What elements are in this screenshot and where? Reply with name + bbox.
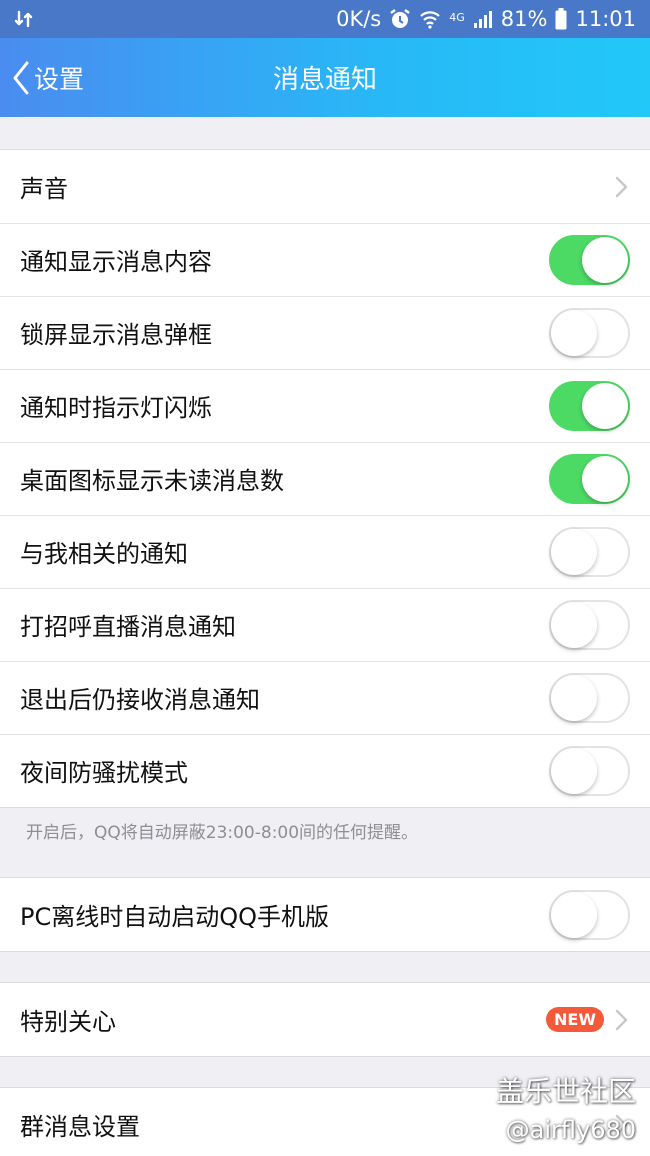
chevron-left-icon [12,61,30,95]
settings-row: PC离线时自动启动QQ手机版 [0,878,650,951]
special-care-group: 特别关心 NEW [0,982,650,1057]
settings-row[interactable]: 特别关心 NEW [0,983,650,1056]
row-trailing [549,453,630,504]
toggle-switch[interactable] [549,889,630,940]
alarm-icon [389,8,411,30]
do-not-disturb-note: 开启后，QQ将自动屏蔽23:00-8:00间的任何提醒。 [26,823,419,843]
settings-row-label: 与我相关的通知 [20,540,188,568]
row-trailing [549,599,630,650]
settings-row: 通知时指示灯闪烁 [0,369,650,442]
chevron-right-icon [614,175,630,199]
settings-row-label: 打招呼直播消息通知 [20,613,236,641]
clock: 11:01 [575,7,636,31]
settings-row-label: 夜间防骚扰模式 [20,759,188,787]
toggle-knob [582,382,628,429]
back-label: 设置 [34,64,85,94]
settings-row[interactable]: 声音 [0,150,650,223]
settings-row-label: 特别关心 [20,1008,116,1036]
wifi-icon [419,9,441,29]
row-trailing [614,1113,630,1137]
row-trailing [549,745,630,796]
toggle-switch[interactable] [549,380,630,431]
chevron-right-icon [614,1113,630,1137]
toggle-knob [551,674,597,721]
settings-row: 夜间防骚扰模式 [0,734,650,807]
toggle-knob [582,455,628,502]
toggle-switch[interactable] [549,599,630,650]
row-trailing [549,307,630,358]
signal-icon [473,9,493,29]
network-speed: 0K/s [336,7,382,31]
settings-row[interactable]: 群消息设置 [0,1088,650,1156]
battery-icon [555,8,567,30]
battery-percent: 81% [500,7,548,31]
row-trailing [549,526,630,577]
toggle-knob [551,891,597,938]
settings-row: 与我相关的通知 [0,515,650,588]
chevron-right-icon [614,1008,630,1032]
row-trailing: NEW [546,1007,630,1032]
row-trailing [549,889,630,940]
settings-row-label: 锁屏显示消息弹框 [20,321,212,349]
row-trailing [549,672,630,723]
toggle-switch[interactable] [549,307,630,358]
toggle-switch[interactable] [549,672,630,723]
pc-offline-group: PC离线时自动启动QQ手机版 [0,877,650,952]
group-message-group: 群消息设置 [0,1087,650,1156]
back-button[interactable]: 设置 [12,38,84,117]
status-bar: 0K/s 4G 81% 11:01 [0,0,650,38]
row-trailing [549,380,630,431]
toggle-switch[interactable] [549,745,630,796]
toggle-knob [551,601,597,648]
toggle-switch[interactable] [549,526,630,577]
settings-row-label: 通知时指示灯闪烁 [20,394,212,422]
row-trailing [549,234,630,285]
row-trailing [614,175,630,199]
settings-row: 通知显示消息内容 [0,223,650,296]
new-badge: NEW [546,1007,604,1032]
toggle-switch[interactable] [549,453,630,504]
settings-row-label: 群消息设置 [20,1113,140,1141]
settings-row-label: 退出后仍接收消息通知 [20,686,260,714]
settings-row-label: 通知显示消息内容 [20,248,212,276]
toggle-knob [551,747,597,794]
notification-settings-group: 声音通知显示消息内容 锁屏显示消息弹框 通知时指示灯闪烁桌面图标显示未读消息数 与我相… [0,149,650,808]
data-transfer-icon [14,10,34,28]
cellular-4g-icon: 4G [449,11,465,24]
toggle-knob [582,236,628,283]
toggle-switch[interactable] [549,234,630,285]
settings-row-label: 桌面图标显示未读消息数 [20,467,284,495]
settings-row: 退出后仍接收消息通知 [0,661,650,734]
page-title: 消息通知 [272,65,377,95]
toggle-knob [551,309,597,356]
settings-row: 锁屏显示消息弹框 [0,296,650,369]
settings-row-label: 声音 [20,175,68,203]
toggle-knob [551,528,597,575]
navigation-bar: 设置 消息通知 [0,38,650,117]
settings-row: 桌面图标显示未读消息数 [0,442,650,515]
settings-row-label: PC离线时自动启动QQ手机版 [20,903,330,931]
settings-row: 打招呼直播消息通知 [0,588,650,661]
